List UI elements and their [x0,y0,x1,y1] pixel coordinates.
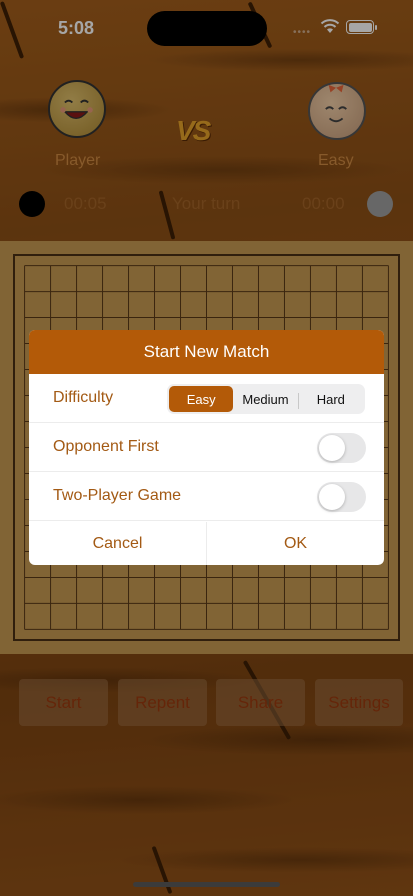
opponent-first-toggle[interactable] [317,433,366,463]
dialog-title: Start New Match [29,330,384,374]
difficulty-option-medium[interactable]: Medium [233,386,297,412]
difficulty-option-easy[interactable]: Easy [169,386,234,412]
two-player-toggle[interactable] [317,482,366,512]
difficulty-row: Difficulty Easy Medium Hard [29,374,384,423]
two-player-row: Two-Player Game [29,472,384,521]
difficulty-option-hard[interactable]: Hard [299,386,363,412]
two-player-label: Two-Player Game [53,487,182,504]
opponent-first-row: Opponent First [29,423,384,472]
difficulty-segmented-control: Easy Medium Hard [167,384,365,414]
cancel-button[interactable]: Cancel [29,522,207,565]
ok-button[interactable]: OK [207,522,384,565]
new-match-dialog: Start New Match Difficulty Easy Medium H… [29,330,384,565]
difficulty-label: Difficulty [53,389,114,406]
opponent-first-label: Opponent First [53,438,159,455]
dialog-actions: Cancel OK [29,522,384,565]
